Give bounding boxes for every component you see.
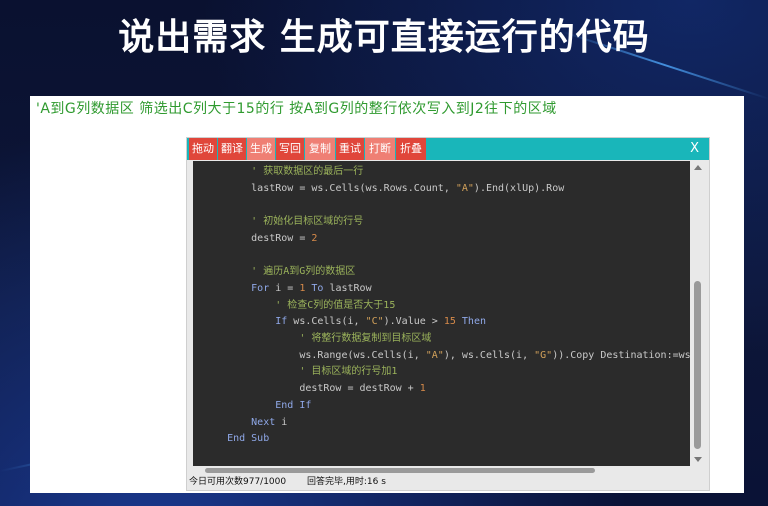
code-token: "C": [365, 316, 384, 328]
code-line: ' 遍历A到G列的数据区: [251, 264, 355, 280]
code-token: "G": [534, 349, 553, 361]
retry-button[interactable]: 重试: [336, 138, 364, 160]
code-editor[interactable]: ' 获取数据区的最后一行 lastRow = ws.Cells(ws.Rows.C…: [193, 161, 690, 466]
translate-button[interactable]: 翻译: [218, 138, 246, 160]
scroll-down-arrow-icon[interactable]: [694, 457, 702, 462]
code-line: End If: [275, 398, 311, 414]
answer-status: 回答完毕,用时:16 s: [307, 477, 386, 487]
horizontal-scroll-thumb[interactable]: [205, 468, 595, 473]
code-line: ws.Range(ws.Cells(i, "A"), ws.Cells(i, "…: [299, 348, 690, 364]
code-token: i: [275, 416, 288, 428]
code-token: ws.Range(ws.Cells(i,: [299, 349, 426, 361]
collapse-button[interactable]: 折叠: [396, 138, 426, 160]
code-token: ), ws.Cells(i,: [443, 349, 535, 361]
generate-button[interactable]: 生成: [247, 138, 275, 160]
code-token: ws.Cells(i,: [287, 316, 366, 328]
code-line: Next i: [251, 415, 287, 431]
code-line: destRow = destRow + 1: [299, 381, 425, 397]
code-token: "A": [455, 182, 474, 194]
toolbar: 拖动 翻译 生成 写回 复制 重试 打断 折叠 X: [187, 138, 709, 160]
code-line: ' 将整行数据复制到目标区域: [299, 331, 431, 347]
code-token: 15: [443, 316, 456, 328]
code-token: ' 遍历A到G列的数据区: [251, 266, 356, 278]
code-token: For: [251, 282, 270, 294]
code-token: ).End(xlUp).Row: [473, 182, 565, 194]
code-line: ' 获取数据区的最后一行: [251, 164, 363, 180]
code-line: ' 目标区域的行号加1: [299, 364, 397, 380]
code-token: i =: [269, 282, 300, 294]
copy-button[interactable]: 复制: [305, 138, 335, 160]
code-line: For i = 1 To lastRow: [251, 281, 371, 297]
code-token: 2: [311, 232, 318, 244]
code-token: destRow = destRow +: [299, 383, 420, 395]
code-line: ' 初始化目标区域的行号: [251, 214, 363, 230]
code-token: lastRow: [323, 282, 372, 294]
code-token: lastRow = ws.Cells(ws.Rows.Count,: [251, 182, 456, 194]
interrupt-button[interactable]: 打断: [365, 138, 395, 160]
code-token: End If: [275, 399, 312, 411]
code-token: ' 将整行数据复制到目标区域: [299, 333, 432, 344]
code-token: destRow =: [251, 232, 312, 244]
horizontal-scrollbar[interactable]: [193, 467, 690, 475]
content-panel: 'A到G列数据区 筛选出C列大于15的行 按A到G列的整行依次写入到J2往下的区…: [30, 96, 744, 493]
vertical-scrollbar[interactable]: [692, 161, 704, 466]
scroll-up-arrow-icon[interactable]: [694, 165, 702, 170]
code-token: To: [305, 282, 324, 294]
prompt-text: 'A到G列数据区 筛选出C列大于15的行 按A到G列的整行依次写入到J2往下的区…: [36, 101, 557, 117]
code-token: ' 获取数据区的最后一行: [251, 166, 364, 177]
write-back-button[interactable]: 写回: [276, 138, 304, 160]
code-token: 1: [419, 383, 426, 395]
code-token: )).Copy Destination:=ws.Ce: [552, 349, 690, 361]
code-token: Next: [251, 416, 276, 428]
code-line: ' 检查C列的值是否大于15: [275, 298, 395, 314]
drag-button[interactable]: 拖动: [189, 138, 217, 160]
code-assistant-window: 拖动 翻译 生成 写回 复制 重试 打断 折叠 X ' 获取数据区的最后一行 la…: [186, 137, 710, 491]
page-headline: 说出需求 生成可直接运行的代码: [118, 17, 650, 58]
vertical-scroll-thumb[interactable]: [694, 281, 701, 449]
code-token: End Sub: [227, 433, 270, 445]
status-bar: 今日可用次数977/1000 回答完毕,用时:16 s: [189, 475, 689, 489]
code-token: ).Value >: [383, 316, 444, 328]
code-token: ' 检查C列的值是否大于15: [275, 299, 396, 311]
code-token: If: [275, 316, 288, 328]
code-line: lastRow = ws.Cells(ws.Rows.Count, "A").E…: [251, 181, 564, 197]
code-token: ' 初始化目标区域的行号: [251, 216, 364, 228]
code-line: End Sub: [227, 431, 269, 447]
code-line: destRow = 2: [251, 231, 317, 247]
usage-counter: 今日可用次数977/1000: [189, 477, 287, 487]
close-button[interactable]: X: [690, 138, 699, 160]
code-token: Then: [455, 316, 486, 328]
code-line: If ws.Cells(i, "C").Value > 15 Then: [275, 314, 486, 330]
code-token: ' 目标区域的行号加1: [299, 366, 398, 378]
code-token: "A": [425, 349, 444, 361]
